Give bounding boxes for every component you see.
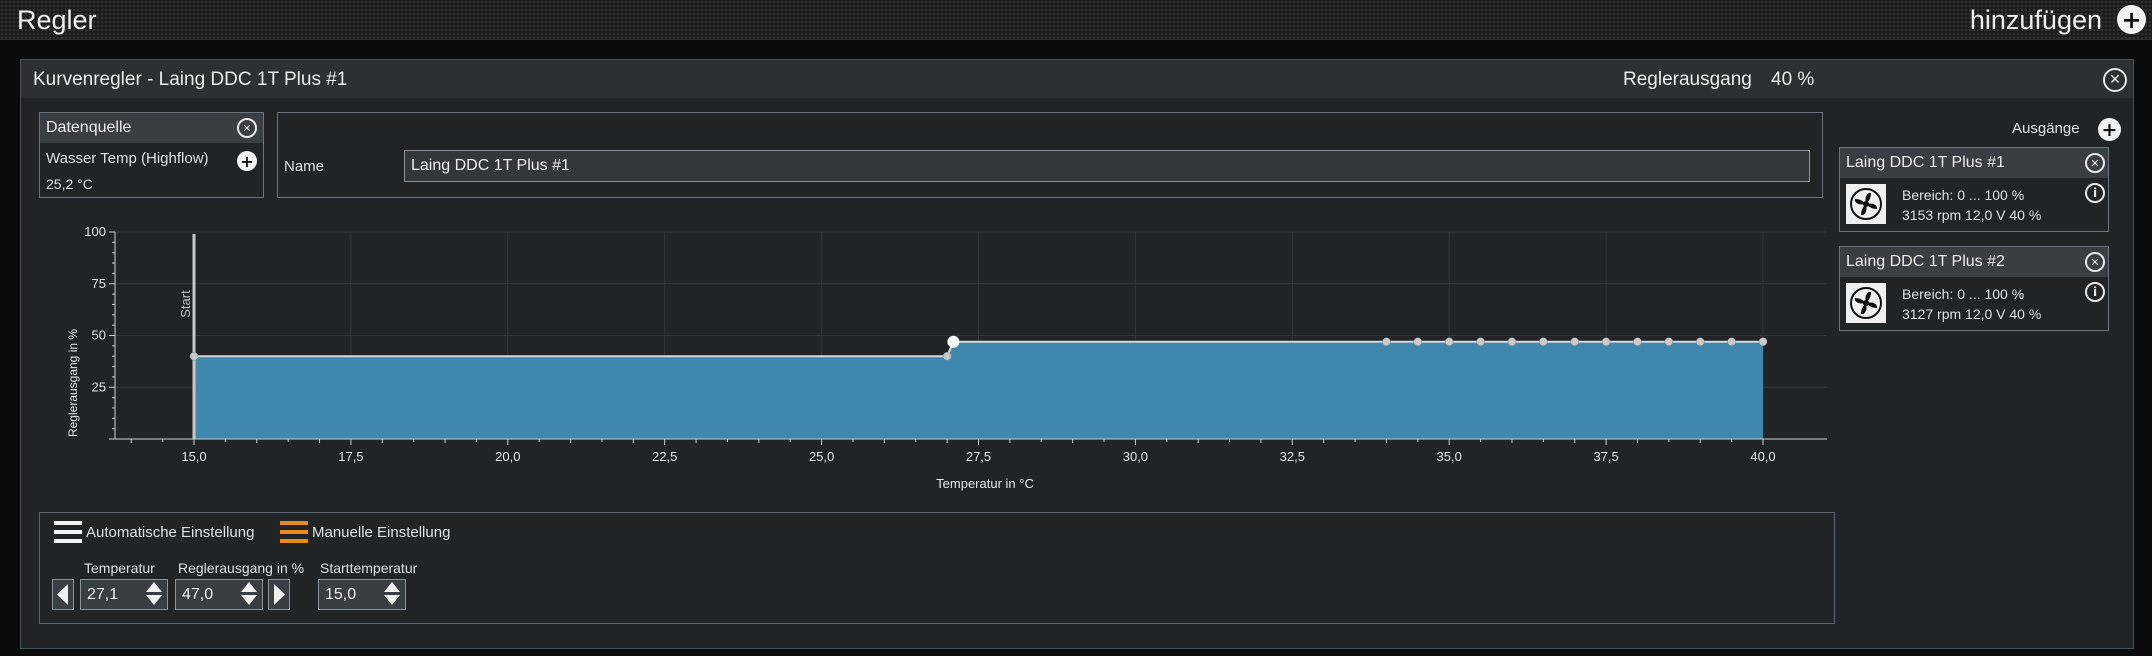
curve-point[interactable] <box>1570 337 1579 346</box>
curve-point[interactable] <box>942 351 952 361</box>
x-tick-label: 15,0 <box>181 449 206 464</box>
output-card-title: Laing DDC 1T Plus #2 <box>1840 247 2108 277</box>
panel-title: Kurvenregler - Laing DDC 1T Plus #1 <box>33 69 348 90</box>
prev-point-button[interactable] <box>52 579 74 610</box>
auto-mode-icon[interactable] <box>54 521 82 543</box>
curve-point[interactable] <box>1601 337 1611 346</box>
auto-mode-label[interactable]: Automatische Einstellung <box>86 524 254 541</box>
controller-output-value: 40 % <box>1771 69 1815 90</box>
close-panel-icon[interactable]: ✕ <box>2103 68 2127 92</box>
controller-output-label: Reglerausgang <box>1623 69 1752 90</box>
start-temperature-label: Starttemperatur <box>320 560 418 576</box>
y-tick-label: 25 <box>92 379 106 394</box>
temperature-value: 27,1 <box>87 586 119 603</box>
curve-point[interactable] <box>1664 337 1674 346</box>
info-icon[interactable]: i <box>2085 183 2105 203</box>
curve-point[interactable] <box>1444 337 1454 346</box>
add-datasource-icon[interactable]: + <box>237 151 257 171</box>
fan-icon <box>1846 184 1886 224</box>
output-percent-label: Reglerausgang in % <box>178 560 305 576</box>
curve-controller-panel: Kurvenregler - Laing DDC 1T Plus #1 Regl… <box>20 59 2134 649</box>
top-bar: Regler hinzufügen + <box>0 0 2152 40</box>
output-percent-value: 47,0 <box>182 586 214 603</box>
y-tick-label: 50 <box>92 328 106 343</box>
datasource-box: Datenquelle ✕ Wasser Temp (Highflow) + 2… <box>39 112 264 198</box>
x-tick-label: 25,0 <box>809 449 834 464</box>
page-title: Regler <box>17 5 97 35</box>
settings-box: Automatische Einstellung Manuelle Einste… <box>39 512 1835 624</box>
curve-point[interactable] <box>1413 337 1423 346</box>
x-tick-label: 30,0 <box>1123 449 1148 464</box>
start-line-label: Start <box>178 290 193 318</box>
datasource-sensor[interactable]: Wasser Temp (Highflow) <box>46 150 209 167</box>
next-point-button[interactable] <box>268 579 290 610</box>
datasource-value: 25,2 °C <box>46 176 93 192</box>
output-card[interactable]: Laing DDC 1T Plus #2 ✕ Bereich: 0 ... 10… <box>1839 246 2109 331</box>
manual-mode-label[interactable]: Manuelle Einstellung <box>312 524 450 541</box>
curve-point[interactable] <box>1476 337 1485 346</box>
remove-datasource-icon[interactable]: ✕ <box>237 118 257 138</box>
datasource-header: Datenquelle <box>40 113 263 143</box>
curve-point-selected[interactable] <box>947 335 960 348</box>
output-percent-stepper[interactable]: 47,0 <box>175 579 263 610</box>
stepper-arrows-icon[interactable] <box>383 582 401 607</box>
y-tick-label: 75 <box>92 276 106 291</box>
curve-point[interactable] <box>1758 337 1768 346</box>
panel-header: Kurvenregler - Laing DDC 1T Plus #1 Regl… <box>21 60 2133 98</box>
info-icon[interactable]: i <box>2085 282 2105 302</box>
manual-mode-icon[interactable] <box>280 521 308 543</box>
output-range: Bereich: 0 ... 100 % <box>1902 187 2025 203</box>
y-tick-label: 100 <box>84 224 106 239</box>
x-axis-label: Temperatur in °C <box>936 476 1034 491</box>
remove-output-icon[interactable]: ✕ <box>2085 153 2105 173</box>
name-input[interactable]: Laing DDC 1T Plus #1 <box>404 150 1810 182</box>
name-box: Name Laing DDC 1T Plus #1 <box>277 112 1823 198</box>
start-temperature-value: 15,0 <box>325 586 357 603</box>
curve-point[interactable] <box>1727 337 1736 346</box>
x-tick-label: 40,0 <box>1750 449 1775 464</box>
add-output-icon[interactable]: + <box>2098 118 2121 141</box>
x-tick-label: 17,5 <box>338 449 363 464</box>
x-tick-label: 32,5 <box>1280 449 1305 464</box>
x-tick-label: 22,5 <box>652 449 677 464</box>
y-axis-label: Reglerausgang in % <box>66 329 80 437</box>
start-temperature-stepper[interactable]: 15,0 <box>318 579 406 610</box>
curve-chart[interactable]: 15,0 17,5 20,0 22,5 25,0 27,5 30,0 32,5 35,0 37,5… <box>41 218 1831 498</box>
add-controller-label[interactable]: hinzufügen <box>1970 5 2102 36</box>
curve-point[interactable] <box>1507 337 1517 346</box>
x-tick-label: 35,0 <box>1437 449 1462 464</box>
outputs-header: Ausgänge <box>2012 120 2080 137</box>
output-stats: 3153 rpm 12,0 V 40 % <box>1902 207 2042 223</box>
stepper-arrows-icon[interactable] <box>240 582 258 607</box>
fan-icon <box>1846 283 1886 323</box>
stepper-arrows-icon[interactable] <box>145 582 163 607</box>
temperature-stepper[interactable]: 27,1 <box>80 579 168 610</box>
output-stats: 3127 rpm 12,0 V 40 % <box>1902 306 2042 322</box>
add-controller-icon[interactable]: + <box>2117 5 2146 34</box>
remove-output-icon[interactable]: ✕ <box>2085 252 2105 272</box>
output-card-title: Laing DDC 1T Plus #1 <box>1840 148 2108 178</box>
temperature-label: Temperatur <box>84 560 155 576</box>
curve-point[interactable] <box>1633 337 1642 346</box>
output-range: Bereich: 0 ... 100 % <box>1902 286 2025 302</box>
x-tick-label: 27,5 <box>966 449 991 464</box>
curve-point[interactable] <box>1382 337 1391 346</box>
x-tick-label: 37,5 <box>1593 449 1618 464</box>
output-card[interactable]: Laing DDC 1T Plus #1 ✕ Bereich: 0 ... 10… <box>1839 147 2109 232</box>
curve-point[interactable] <box>1539 337 1548 346</box>
curve-point[interactable] <box>1695 337 1705 346</box>
name-label: Name <box>284 158 325 175</box>
curve-point[interactable] <box>189 351 199 361</box>
x-tick-label: 20,0 <box>495 449 520 464</box>
